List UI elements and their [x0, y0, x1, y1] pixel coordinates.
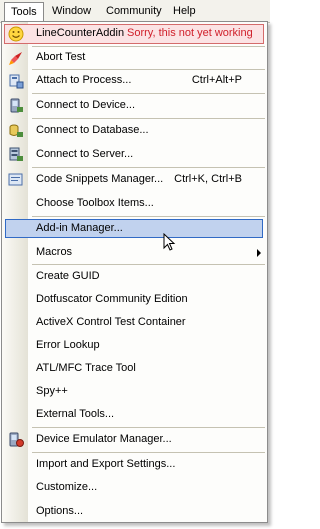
- menu-item-label: Macros: [36, 246, 73, 258]
- menu-item-label: Abort Test: [36, 51, 86, 63]
- device-icon: [10, 98, 23, 113]
- menu-item-atl-mfc-trace-tool[interactable]: ATL/MFC Trace Tool: [2, 358, 267, 380]
- menu-item-connect-to-server[interactable]: Connect to Server...: [2, 144, 267, 166]
- submenu-arrow-icon: [257, 249, 261, 257]
- menu-item-label: Add-in Manager...: [36, 222, 123, 234]
- menu-item-spy-plus-plus[interactable]: Spy++: [2, 381, 267, 403]
- menu-item-label: Options...: [36, 505, 84, 517]
- mouse-cursor-icon: [163, 233, 176, 251]
- menu-help[interactable]: Help: [167, 3, 202, 19]
- menu-item-linecounter-addin[interactable]: LineCounterAddin Sorry, this not yet wor…: [2, 23, 267, 45]
- menu-item-label: Connect to Database...: [36, 124, 149, 136]
- menu-item-create-guid[interactable]: Create GUID: [2, 266, 267, 288]
- separator: [32, 93, 265, 94]
- emulator-icon: [9, 432, 24, 447]
- separator: [32, 452, 265, 453]
- rocket-icon: [9, 52, 22, 65]
- menu-item-import-export-settings[interactable]: Import and Export Settings...: [2, 454, 267, 476]
- tools-dropdown-menu: LineCounterAddin Sorry, this not yet wor…: [1, 21, 268, 523]
- shortcut-label: Ctrl+Alt+P: [191, 74, 242, 86]
- menu-item-customize[interactable]: Customize...: [2, 477, 267, 499]
- menu-item-add-in-manager[interactable]: Add-in Manager...: [2, 218, 267, 240]
- menu-item-label: Create GUID: [36, 270, 100, 282]
- menu-item-label: External Tools...: [36, 408, 115, 420]
- separator: [32, 167, 265, 168]
- menu-item-label: Customize...: [36, 481, 98, 493]
- separator: [32, 216, 265, 217]
- menu-window[interactable]: Window: [46, 3, 97, 19]
- error-message: Sorry, this not yet working: [127, 27, 253, 39]
- menu-item-label: Error Lookup: [36, 339, 100, 351]
- shortcut-label: Ctrl+K, Ctrl+B: [174, 173, 242, 185]
- snippets-icon: [8, 173, 23, 186]
- attach-process-icon: [9, 74, 24, 89]
- server-icon: [9, 147, 23, 161]
- menu-item-label: Connect to Device...: [36, 99, 136, 111]
- menu-item-label: Import and Export Settings...: [36, 458, 176, 470]
- separator: [32, 427, 265, 428]
- menu-item-label: Connect to Server...: [36, 148, 134, 160]
- menu-item-label: Attach to Process...: [36, 74, 132, 86]
- menu-item-label: Device Emulator Manager...: [36, 433, 172, 445]
- separator: [32, 118, 265, 119]
- menu-item-label: Dotfuscator Community Edition: [36, 293, 188, 305]
- menu-item-label: Choose Toolbox Items...: [36, 197, 154, 209]
- menu-item-label: ActiveX Control Test Container: [36, 316, 186, 328]
- menu-item-choose-toolbox-items[interactable]: Choose Toolbox Items...: [2, 193, 267, 215]
- menu-item-error-lookup[interactable]: Error Lookup: [2, 335, 267, 357]
- menu-item-label: LineCounterAddin: [36, 27, 125, 39]
- menu-community[interactable]: Community: [100, 3, 168, 19]
- menu-item-activex-test-container[interactable]: ActiveX Control Test Container: [2, 312, 267, 334]
- menu-item-macros[interactable]: Macros: [2, 242, 267, 264]
- menu-item-device-emulator-manager[interactable]: Device Emulator Manager...: [2, 429, 267, 451]
- menu-item-connect-to-database[interactable]: Connect to Database...: [2, 120, 267, 142]
- menu-bar: Tools Window Community Help: [0, 0, 270, 23]
- menu-item-options[interactable]: Options...: [2, 501, 267, 523]
- smiley-icon: [8, 26, 24, 42]
- menu-item-dotfuscator[interactable]: Dotfuscator Community Edition: [2, 289, 267, 311]
- database-icon: [9, 124, 23, 137]
- menu-item-attach-to-process[interactable]: Attach to Process... Ctrl+Alt+P: [2, 70, 267, 92]
- menu-item-label: Code Snippets Manager...: [36, 173, 164, 185]
- menu-item-label: ATL/MFC Trace Tool: [36, 362, 136, 374]
- separator: [32, 264, 265, 265]
- menu-item-label: Spy++: [36, 385, 68, 397]
- menu-item-abort-test[interactable]: Abort Test: [2, 47, 267, 69]
- menu-item-code-snippets-manager[interactable]: Code Snippets Manager... Ctrl+K, Ctrl+B: [2, 169, 267, 191]
- menu-tools[interactable]: Tools: [4, 2, 44, 22]
- menu-item-external-tools[interactable]: External Tools...: [2, 404, 267, 426]
- menu-item-connect-to-device[interactable]: Connect to Device...: [2, 95, 267, 117]
